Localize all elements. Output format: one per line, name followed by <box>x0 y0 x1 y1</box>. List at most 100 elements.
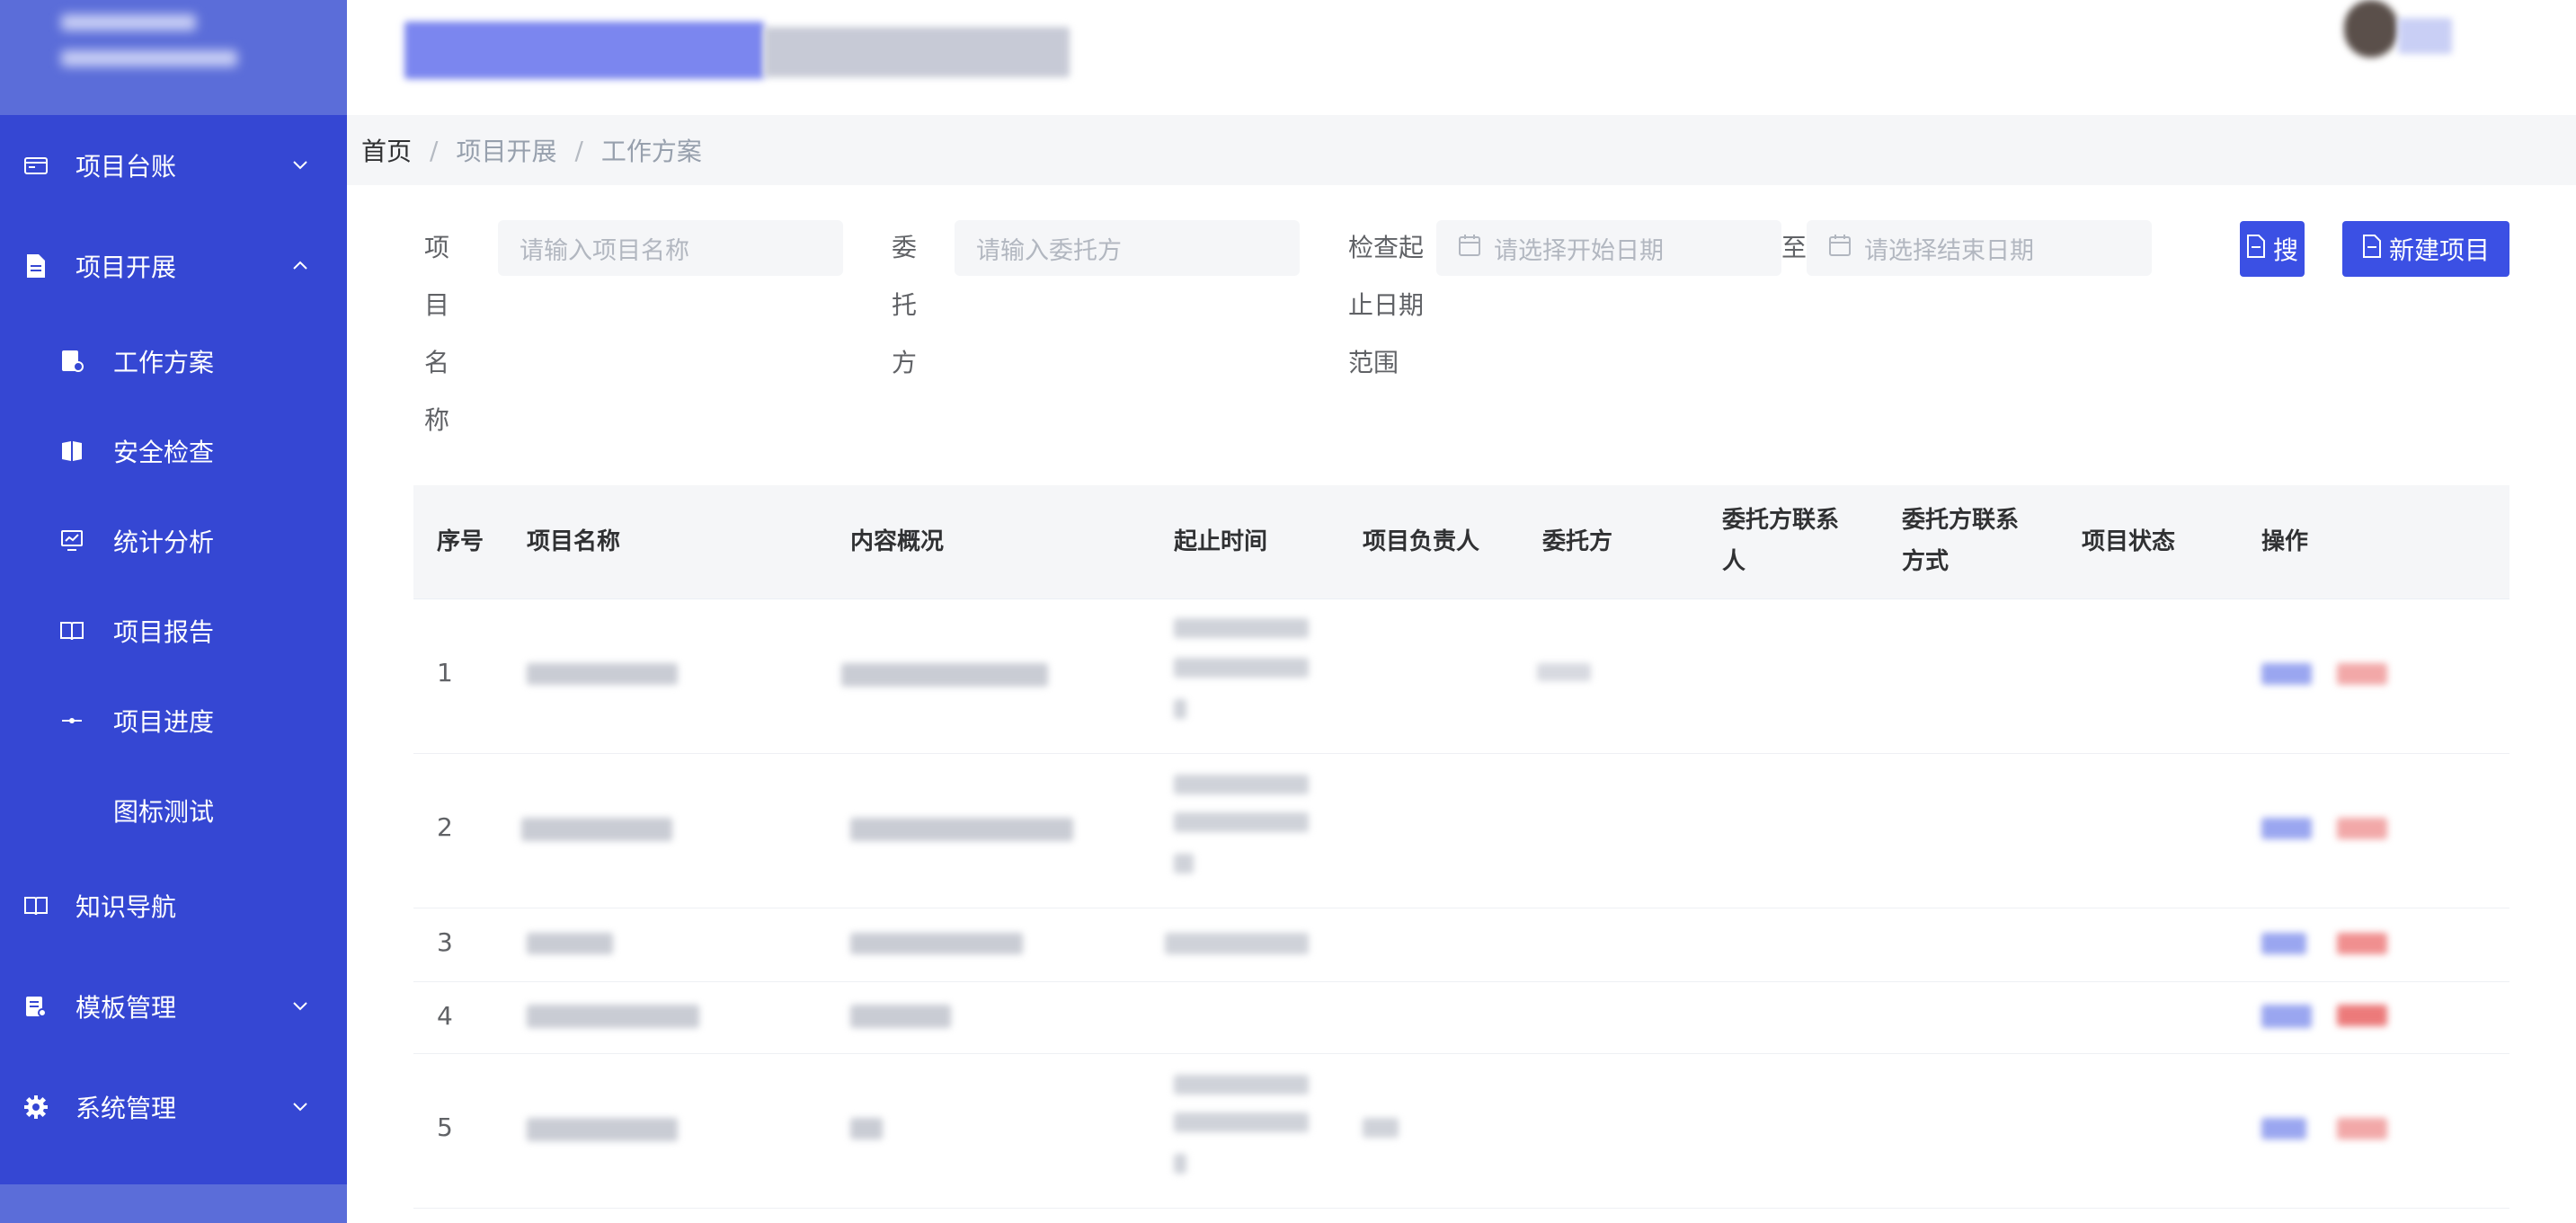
document-icon <box>2362 234 2382 264</box>
end-date-placeholder: 请选择结束日期 <box>1864 236 2034 265</box>
row-index: 1 <box>437 658 453 687</box>
chevron-up-icon <box>288 253 313 279</box>
sidebar-item-project-execution[interactable]: 项目开展 <box>0 221 347 311</box>
search-button[interactable]: 搜 <box>2240 221 2305 277</box>
client-placeholder: 请输入委托方 <box>976 236 1122 265</box>
sidebar-item-label: 图标测试 <box>113 797 215 827</box>
period-cell <box>1174 699 1186 719</box>
chevron-down-icon <box>288 153 313 178</box>
sidebar-item-project-ledger[interactable]: 项目台账 <box>0 120 347 210</box>
sidebar-item-label: 系统管理 <box>76 1094 177 1123</box>
column-header-period: 起止时间 <box>1174 528 1268 555</box>
manager-cell <box>1363 1118 1399 1138</box>
sidebar-item-label: 统计分析 <box>113 527 215 557</box>
project-name-cell <box>527 1118 678 1141</box>
table-row: 4 <box>413 981 2509 1054</box>
period-cell <box>1174 854 1194 873</box>
sidebar-item-label: 项目报告 <box>113 617 215 647</box>
breadcrumb-separator: / <box>574 135 583 165</box>
summary-cell <box>850 1005 951 1028</box>
sidebar-item-icon-test[interactable]: 图标测试 <box>0 770 347 851</box>
table-row: 3 <box>413 908 2509 982</box>
app-logo <box>0 0 347 115</box>
summary-cell <box>850 1118 883 1139</box>
edit-action[interactable] <box>2261 818 2312 839</box>
sidebar-item-safety-check[interactable]: 安全检查 <box>0 411 347 492</box>
end-date-input[interactable]: 请选择结束日期 <box>1807 220 2152 276</box>
delete-action[interactable] <box>2337 663 2387 685</box>
period-cell <box>1174 812 1309 832</box>
date-range-label: 检查起止日期范围 <box>1348 233 1425 377</box>
breadcrumb-current: 工作方案 <box>600 137 702 166</box>
sidebar-item-system-mgmt[interactable]: 系统管理 <box>0 1062 347 1152</box>
column-header-client-phone: 委托方联系方式 <box>1902 507 2020 575</box>
client-input[interactable]: 请输入委托方 <box>955 220 1300 276</box>
project-name-input[interactable]: 请输入项目名称 <box>498 220 843 276</box>
delete-action[interactable] <box>2337 818 2387 839</box>
user-menu[interactable] <box>2398 18 2452 54</box>
sidebar-item-label: 安全检查 <box>113 438 215 467</box>
project-name-placeholder: 请输入项目名称 <box>520 236 689 265</box>
period-cell <box>1174 1112 1309 1132</box>
monitor-chart-icon <box>58 527 86 555</box>
table-row: 5 <box>413 1053 2509 1209</box>
period-cell <box>1165 933 1309 954</box>
edit-action[interactable] <box>2261 663 2312 685</box>
breadcrumb-level1[interactable]: 项目开展 <box>456 132 556 168</box>
period-cell <box>1174 1075 1309 1094</box>
date-range-separator: 至 <box>1781 233 1808 262</box>
edit-action[interactable] <box>2261 1118 2306 1139</box>
document-icon <box>2246 234 2266 264</box>
sidebar-item-project-progress[interactable]: 项目进度 <box>0 680 347 761</box>
open-book-icon <box>58 616 86 645</box>
breadcrumb-home[interactable]: 首页 <box>361 132 412 168</box>
table-row: 2 <box>413 753 2509 908</box>
system-subtitle-logo <box>764 27 1070 77</box>
column-header-manager: 项目负责人 <box>1363 528 1480 555</box>
breadcrumb-bar: 首页 / 项目开展 / 工作方案 <box>347 115 2576 185</box>
column-header-summary: 内容概况 <box>850 528 945 555</box>
new-project-button-label: 新建项目 <box>2388 235 2490 265</box>
chevron-down-icon <box>288 1094 313 1120</box>
row-index: 4 <box>437 1001 453 1031</box>
client-label: 委托方 <box>892 233 918 377</box>
period-cell <box>1174 618 1309 638</box>
column-header-status: 项目状态 <box>2082 528 2176 555</box>
sidebar-item-label: 知识导航 <box>76 892 177 922</box>
breadcrumb: 首页 / 项目开展 / 工作方案 <box>361 115 702 185</box>
sidebar-item-label: 项目台账 <box>76 152 177 182</box>
sidebar-item-label: 项目开展 <box>76 253 177 282</box>
gear-icon <box>22 1093 50 1121</box>
sidebar-item-statistics[interactable]: 统计分析 <box>0 501 347 581</box>
progress-icon <box>58 706 86 735</box>
sidebar-item-label: 模板管理 <box>76 993 177 1023</box>
book-shield-icon <box>58 437 86 465</box>
new-project-button[interactable]: 新建项目 <box>2342 221 2509 277</box>
delete-action[interactable] <box>2337 933 2387 954</box>
sidebar-item-knowledge-nav[interactable]: 知识导航 <box>0 861 347 951</box>
breadcrumb-separator: / <box>430 135 439 165</box>
period-cell <box>1174 1154 1186 1174</box>
project-name-cell <box>527 933 613 954</box>
sidebar-item-label: 工作方案 <box>113 348 215 377</box>
avatar[interactable] <box>2344 0 2398 58</box>
sidebar-item-project-report[interactable]: 项目报告 <box>0 590 347 671</box>
edit-action[interactable] <box>2261 1005 2312 1028</box>
table-row: 1 <box>413 598 2509 754</box>
summary-cell <box>850 818 1073 841</box>
system-title-logo <box>404 22 764 79</box>
start-date-input[interactable]: 请选择开始日期 <box>1436 220 1781 276</box>
delete-action[interactable] <box>2337 1118 2387 1139</box>
delete-action[interactable] <box>2337 1005 2387 1026</box>
sidebar-item-template-mgmt[interactable]: 模板管理 <box>0 962 347 1051</box>
sidebar-footer <box>0 1184 347 1223</box>
sidebar: 项目台账 项目开展 工作方案 安全检查 统计分析 项目报告 项目进度 图标测试 … <box>0 0 347 1223</box>
edit-action[interactable] <box>2261 933 2306 954</box>
sidebar-item-work-plan[interactable]: 工作方案 <box>0 321 347 402</box>
project-name-cell <box>521 818 672 841</box>
open-book-icon <box>22 891 50 920</box>
row-index: 3 <box>437 927 453 957</box>
column-header-client: 委托方 <box>1542 528 1613 555</box>
column-header-actions: 操作 <box>2261 528 2309 555</box>
start-date-placeholder: 请选择开始日期 <box>1494 236 1664 265</box>
